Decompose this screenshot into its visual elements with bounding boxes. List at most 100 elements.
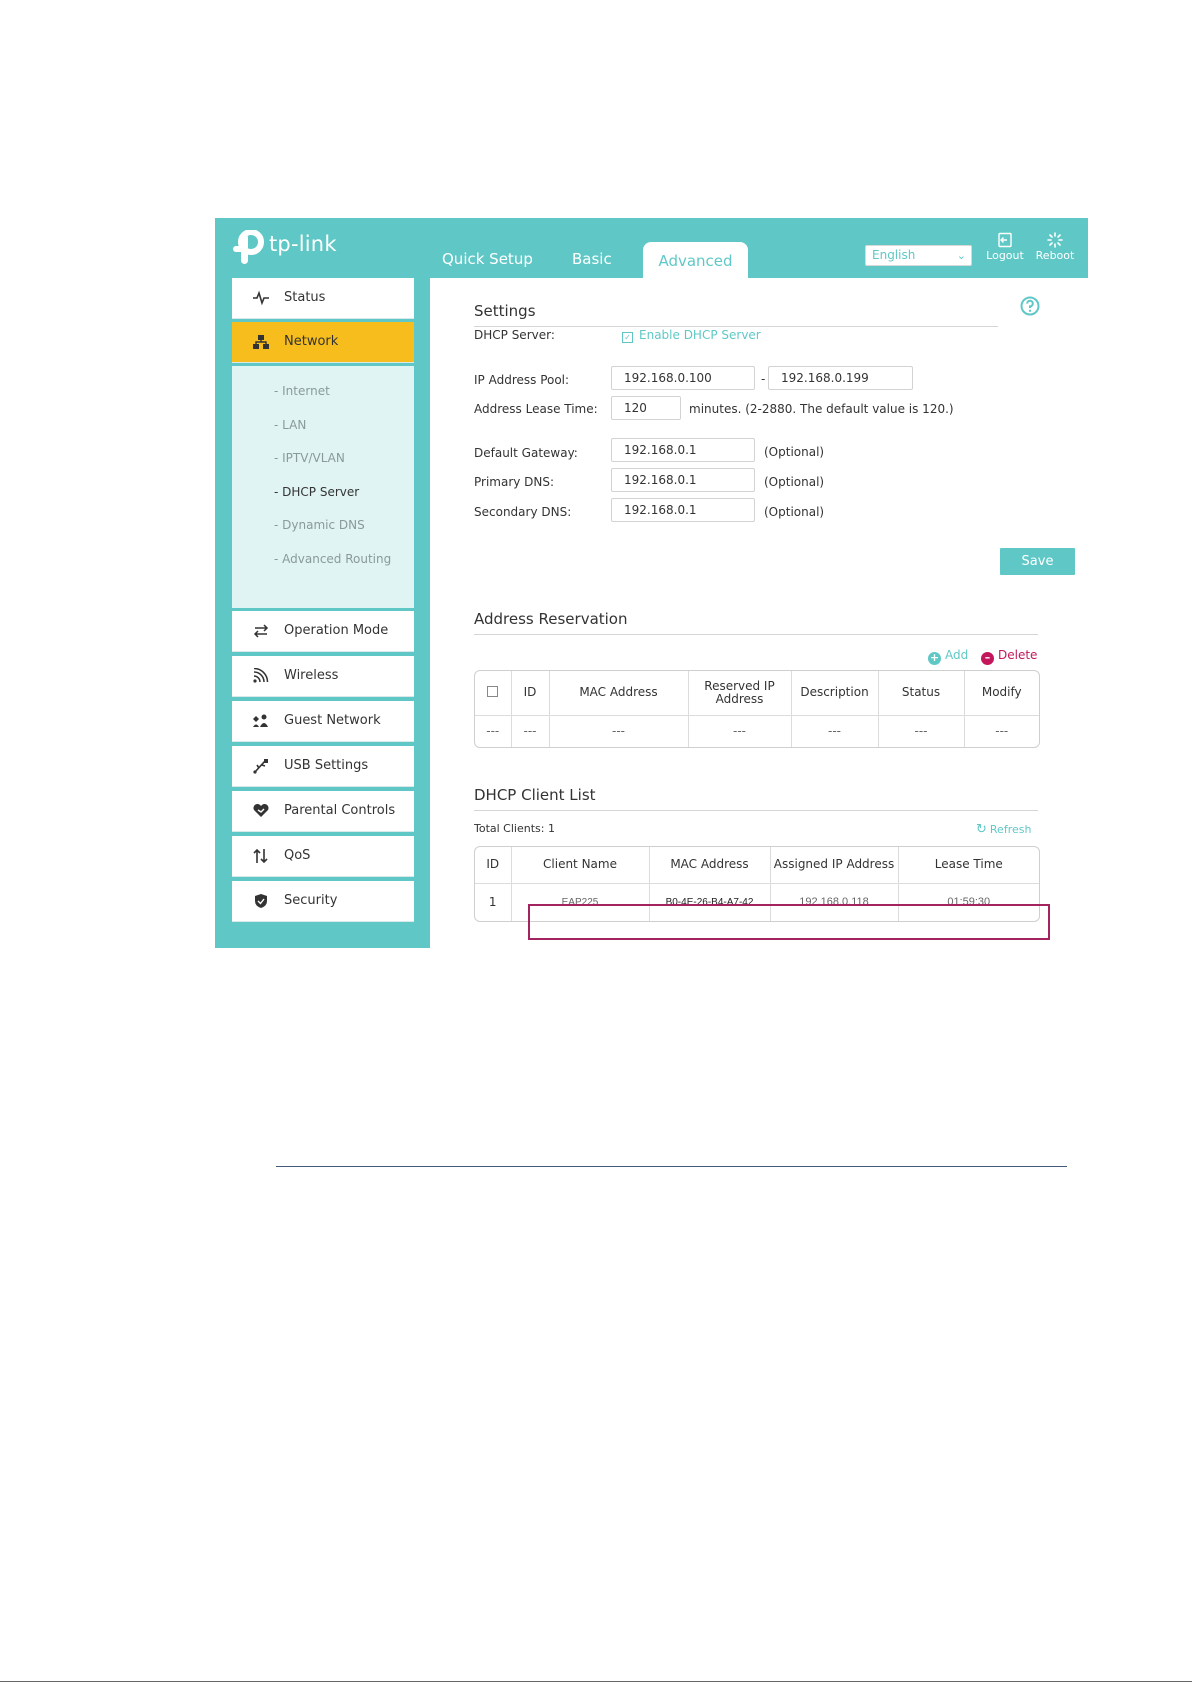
table-cell: --- (511, 715, 550, 747)
checkbox-checked-icon: ✓ (622, 332, 633, 343)
save-button[interactable]: Save (1000, 548, 1075, 575)
reboot-label: Reboot (1035, 249, 1075, 262)
sidebar-item-operation-mode[interactable]: Operation Mode (232, 611, 414, 651)
ip-pool-label: IP Address Pool: (474, 373, 570, 387)
tp-link-logo-mark (233, 230, 264, 264)
enable-dhcp-checkbox[interactable]: ✓ Enable DHCP Server (622, 328, 761, 343)
optional-note: (Optional) (764, 475, 825, 489)
secondary-dns-label: Secondary DNS: (474, 505, 572, 519)
reservation-table: ID MAC Address Reserved IP Address Descr… (474, 670, 1040, 748)
page-bottom-rule (0, 1681, 1192, 1682)
table-cell: --- (475, 715, 512, 747)
delete-button[interactable]: – Delete (981, 648, 1037, 665)
table-cell: 1 (475, 883, 512, 921)
client-list-title: DHCP Client List (474, 786, 596, 804)
usb-icon (253, 759, 268, 774)
wifi-icon (253, 668, 269, 683)
reboot-button[interactable]: Reboot (1035, 232, 1075, 262)
sidebar-item-wireless[interactable]: Wireless (232, 656, 414, 696)
tab-quick-setup[interactable]: Quick Setup (442, 250, 533, 268)
sidebar-item-label: Guest Network (284, 713, 381, 728)
sidebar-item-label: Wireless (284, 668, 339, 683)
column-header: Assigned IP Address (770, 847, 899, 884)
column-header: Reserved IP Address (688, 671, 792, 716)
heart-icon (253, 803, 269, 817)
network-icon (253, 335, 269, 349)
add-button[interactable]: + Add (928, 648, 968, 665)
column-header: Modify (964, 671, 1039, 716)
table-cell: --- (995, 724, 1009, 739)
column-header: MAC Address (549, 671, 689, 716)
language-select[interactable]: English ⌄ (865, 245, 972, 266)
column-header: ID (511, 671, 550, 716)
sidebar-item-label: Security (284, 893, 338, 908)
main-content: Settings DHCP Server: ✓ Enable DHCP Serve… (430, 278, 1088, 948)
table-header-row: ID Client Name MAC Address Assigned IP A… (475, 847, 1039, 884)
primary-dns-input[interactable]: 192.168.0.1 (611, 468, 755, 492)
submenu-item-internet[interactable]: - Internet (274, 384, 330, 398)
address-reservation-card: Address Reservation + Add – Delete ID MAC … (462, 596, 1088, 761)
default-gateway-input[interactable]: 192.168.0.1 (611, 438, 755, 462)
refresh-icon: ↻ (976, 822, 987, 837)
shield-icon (255, 894, 267, 908)
client-list-divider (474, 810, 1038, 811)
lease-time-input[interactable]: 120 (611, 396, 681, 420)
column-header: Status (878, 671, 965, 716)
add-label: Add (945, 648, 969, 662)
table-cell: --- (878, 715, 965, 747)
sidebar-item-network[interactable]: Network (232, 322, 414, 362)
dhcp-server-label: DHCP Server: (474, 328, 555, 342)
logout-button[interactable]: Logout (985, 232, 1025, 262)
checkbox-icon (487, 685, 499, 697)
sidebar-item-guest-network[interactable]: Guest Network (232, 701, 414, 741)
sidebar-item-label: USB Settings (284, 758, 369, 773)
logout-label: Logout (986, 249, 1024, 262)
help-icon[interactable] (1020, 296, 1040, 316)
refresh-label: Refresh (989, 823, 1032, 836)
column-header: ID (475, 847, 512, 884)
logo-text: tp-link (269, 232, 337, 256)
sidebar-item-usb-settings[interactable]: USB Settings (232, 746, 414, 786)
table-cell: --- (791, 715, 879, 747)
tab-advanced[interactable]: Advanced (643, 242, 748, 280)
settings-divider (474, 326, 998, 327)
column-header: Lease Time (898, 847, 1039, 884)
sidebar-item-security[interactable]: Security (232, 881, 414, 921)
pulse-icon (253, 290, 269, 306)
enable-dhcp-label: Enable DHCP Server (639, 328, 761, 342)
primary-dns-label: Primary DNS: (474, 475, 555, 489)
column-header: Description (791, 671, 879, 716)
sidebar-item-status[interactable]: Status (232, 278, 414, 318)
lease-time-label: Address Lease Time: (474, 402, 598, 416)
table-row: --- --- --- --- --- --- --- (475, 715, 1039, 747)
table-cell: --- (549, 715, 689, 747)
reservation-divider (474, 634, 1038, 635)
submenu-item-lan[interactable]: - LAN (274, 418, 306, 432)
minus-icon: – (981, 652, 994, 665)
total-clients-label: Total Clients: 1 (474, 822, 555, 835)
refresh-button[interactable]: ↻ Refresh (976, 822, 1031, 837)
tab-basic[interactable]: Basic (572, 250, 612, 268)
sidebar-item-label: Parental Controls (284, 803, 396, 818)
sidebar-item-parental-controls[interactable]: Parental Controls (232, 791, 414, 831)
settings-card: Settings DHCP Server: ✓ Enable DHCP Serve… (462, 278, 1088, 583)
submenu-item-dhcp-server[interactable]: - DHCP Server (274, 485, 359, 499)
ip-pool-separator: - (761, 372, 766, 386)
lease-time-note: minutes. (2-2880. The default value is 1… (689, 402, 954, 416)
column-header: Client Name (511, 847, 650, 884)
sidebar-item-label: QoS (284, 848, 311, 863)
sidebar-item-qos[interactable]: QoS (232, 836, 414, 876)
select-all-checkbox[interactable] (475, 671, 512, 716)
guests-icon (253, 714, 268, 727)
reboot-icon (1047, 232, 1063, 248)
ip-pool-end-input[interactable]: 192.168.0.199 (768, 366, 913, 390)
submenu-item-dynamic-dns[interactable]: - Dynamic DNS (274, 518, 365, 532)
ip-pool-start-input[interactable]: 192.168.0.100 (611, 366, 755, 390)
submenu-item-advanced-routing[interactable]: - Advanced Routing (274, 552, 391, 566)
submenu-item-iptv-vlan[interactable]: - IPTV/VLAN (274, 451, 345, 465)
tp-link-logo: tp-link (231, 230, 341, 266)
table-header-row: ID MAC Address Reserved IP Address Descr… (475, 671, 1039, 716)
sidebar-item-label: Operation Mode (284, 623, 389, 638)
table-cell: --- (688, 715, 792, 747)
secondary-dns-input[interactable]: 192.168.0.1 (611, 498, 755, 522)
